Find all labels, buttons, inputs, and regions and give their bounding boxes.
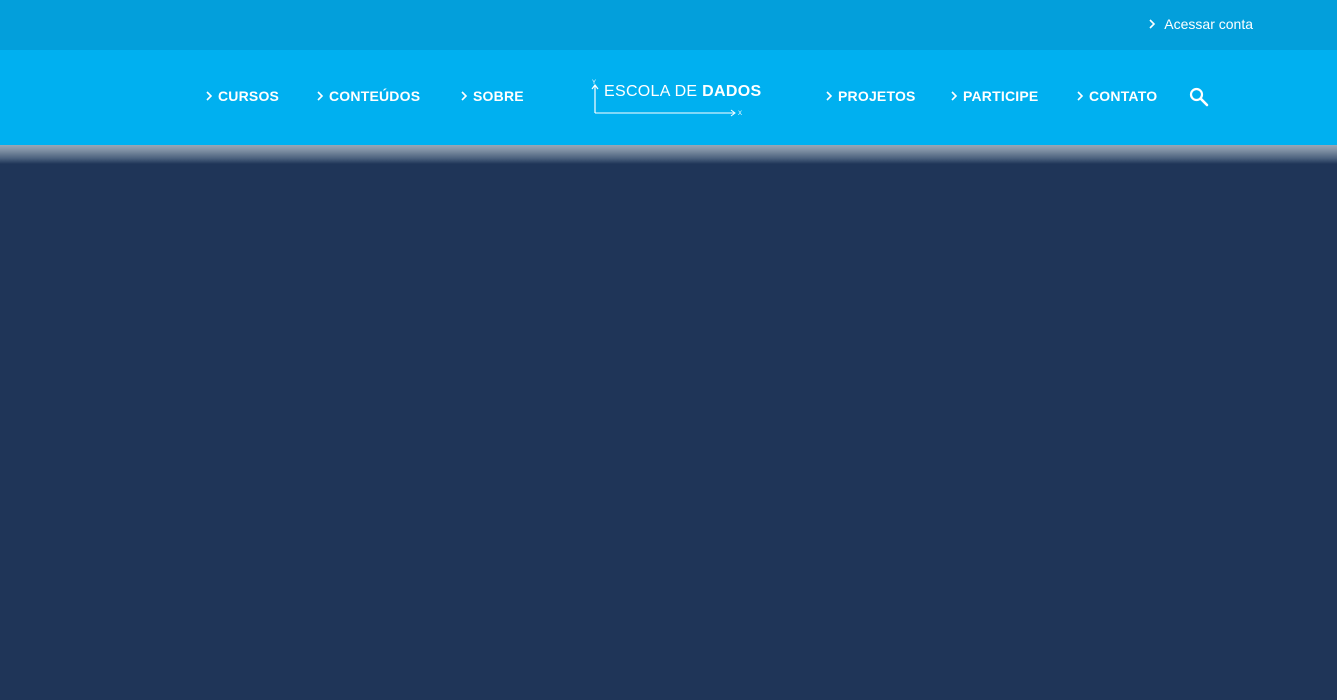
- nav-item-participe[interactable]: PARTICIPE: [948, 88, 1038, 104]
- nav-item-label: PARTICIPE: [963, 88, 1039, 104]
- site-logo[interactable]: Y X ESCOLA DE DADOS: [588, 78, 761, 120]
- svg-text:X: X: [738, 111, 742, 117]
- nav-item-label: CURSOS: [218, 88, 280, 104]
- logo-text-bold: DADOS: [702, 83, 762, 100]
- nav-item-conteudos[interactable]: CONTEÚDOS: [314, 88, 420, 104]
- logo-text: ESCOLA DE DADOS: [604, 83, 761, 101]
- nav-item-label: PROJETOS: [838, 88, 916, 104]
- nav-item-label: CONTEÚDOS: [329, 88, 421, 104]
- main-content-area: [0, 164, 1337, 700]
- chevron-right-icon: [948, 90, 960, 102]
- nav-item-sobre[interactable]: SOBRE: [458, 88, 524, 104]
- chevron-right-icon: [458, 90, 470, 102]
- account-link[interactable]: Acessar conta: [1146, 16, 1253, 32]
- search-button[interactable]: [1188, 86, 1210, 108]
- chevron-right-icon: [203, 90, 215, 102]
- chevron-right-icon: [314, 90, 326, 102]
- nav-item-projetos[interactable]: PROJETOS: [823, 88, 916, 104]
- main-nav: CURSOS CONTEÚDOS SOBRE Y X ESCOLA DE DAD…: [0, 50, 1337, 145]
- chevron-right-icon: [1074, 90, 1086, 102]
- nav-item-label: SOBRE: [473, 88, 524, 104]
- chevron-right-icon: [1146, 18, 1158, 30]
- nav-item-label: CONTATO: [1089, 88, 1158, 104]
- nav-item-contato[interactable]: CONTATO: [1074, 88, 1157, 104]
- logo-text-light: ESCOLA DE: [604, 83, 703, 100]
- top-bar: Acessar conta: [0, 0, 1337, 50]
- svg-text:Y: Y: [592, 80, 596, 86]
- account-link-label: Acessar conta: [1164, 16, 1253, 32]
- chevron-right-icon: [823, 90, 835, 102]
- nav-item-cursos[interactable]: CURSOS: [203, 88, 279, 104]
- search-icon: [1189, 87, 1209, 107]
- header-shadow-divider: [0, 145, 1337, 164]
